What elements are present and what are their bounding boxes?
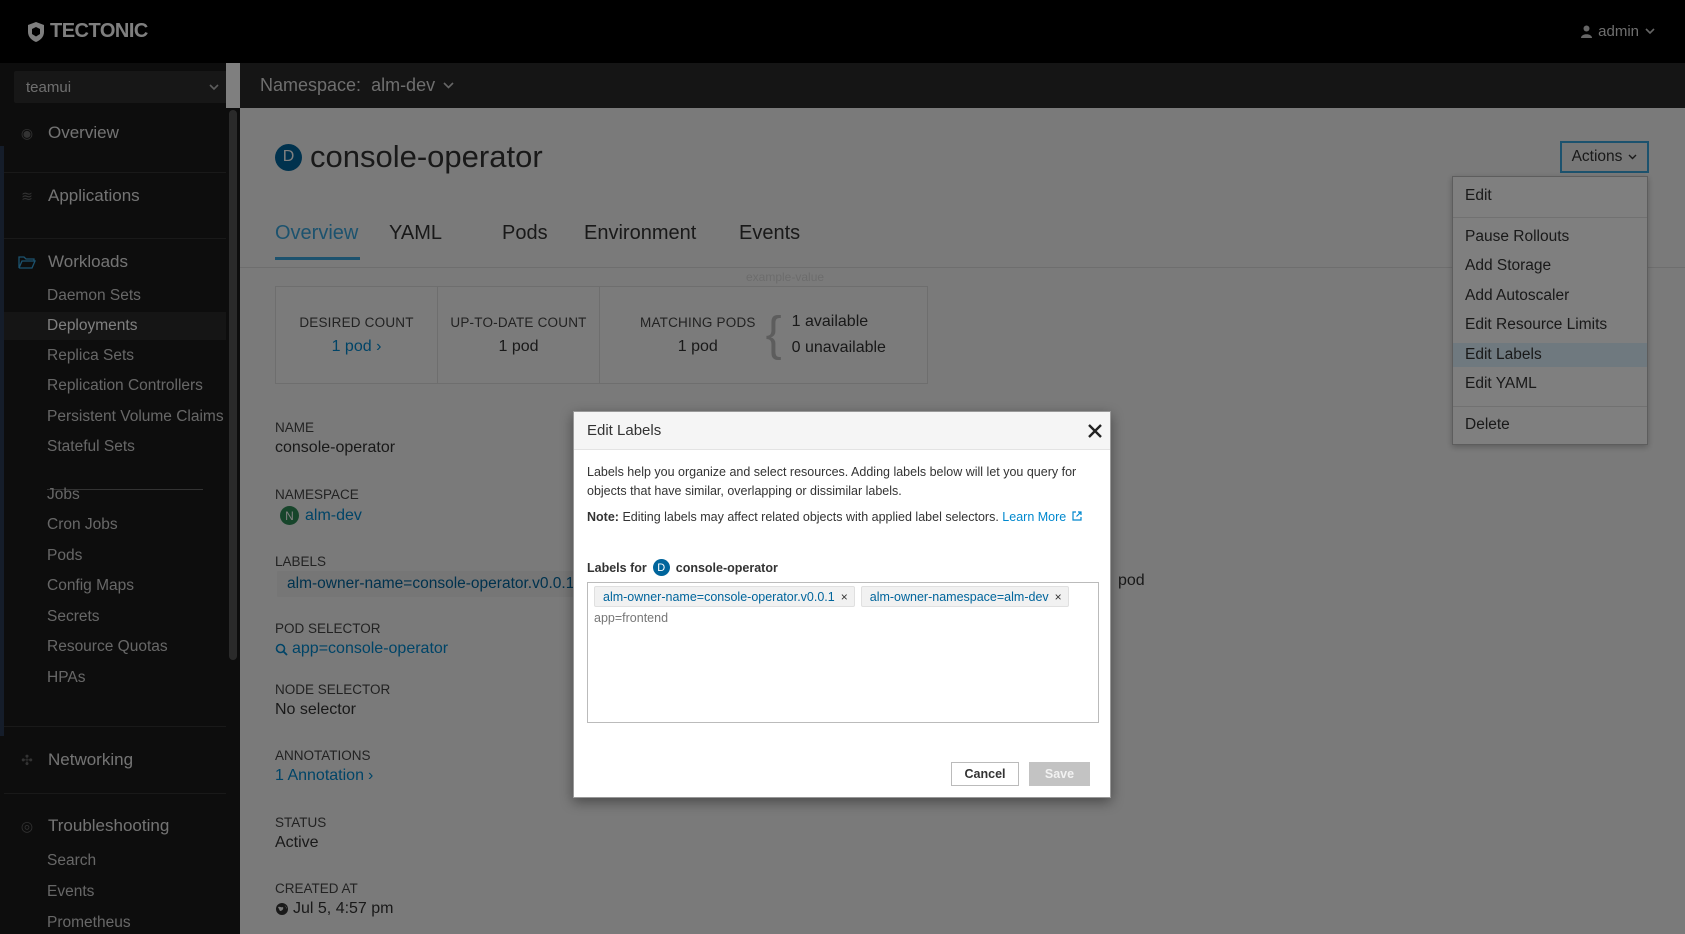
remove-tag-icon[interactable]: × (1055, 590, 1062, 604)
learn-more-link[interactable]: Learn More (1002, 510, 1082, 524)
learn-more-text: Learn More (1002, 510, 1067, 524)
labels-for-text: Labels for (587, 560, 647, 575)
label-chips: alm-owner-name=console-operator.v0.0.1 ×… (594, 586, 1092, 607)
cancel-button[interactable]: Cancel (951, 762, 1019, 786)
external-link-icon (1072, 511, 1082, 521)
label-tag-text: alm-owner-namespace=alm-dev (869, 589, 1049, 604)
modal-title: Edit Labels (587, 422, 662, 439)
modal-note: Note: Editing labels may affect related … (587, 510, 1082, 524)
edit-labels-modal: Edit Labels Labels help you organize and… (573, 411, 1111, 798)
label-tag-text: alm-owner-name=console-operator.v0.0.1 (603, 589, 835, 604)
label-input[interactable] (594, 611, 894, 625)
save-button[interactable]: Save (1029, 762, 1090, 786)
note-prefix: Note: (587, 510, 619, 524)
label-tag: alm-owner-name=console-operator.v0.0.1 × (594, 586, 855, 607)
close-icon[interactable] (1088, 423, 1102, 438)
labels-editor[interactable]: alm-owner-name=console-operator.v0.0.1 ×… (587, 582, 1099, 723)
remove-tag-icon[interactable]: × (841, 590, 848, 604)
deployment-badge: D (652, 559, 670, 576)
labels-for-heading: Labels for D console-operator (587, 559, 778, 576)
label-tag: alm-owner-namespace=alm-dev × (860, 586, 1069, 607)
resource-name: console-operator (675, 560, 778, 575)
note-text: Editing labels may affect related object… (622, 510, 999, 524)
modal-description: Labels help you organize and select reso… (587, 465, 1077, 498)
modal-header: Edit Labels (574, 412, 1110, 450)
